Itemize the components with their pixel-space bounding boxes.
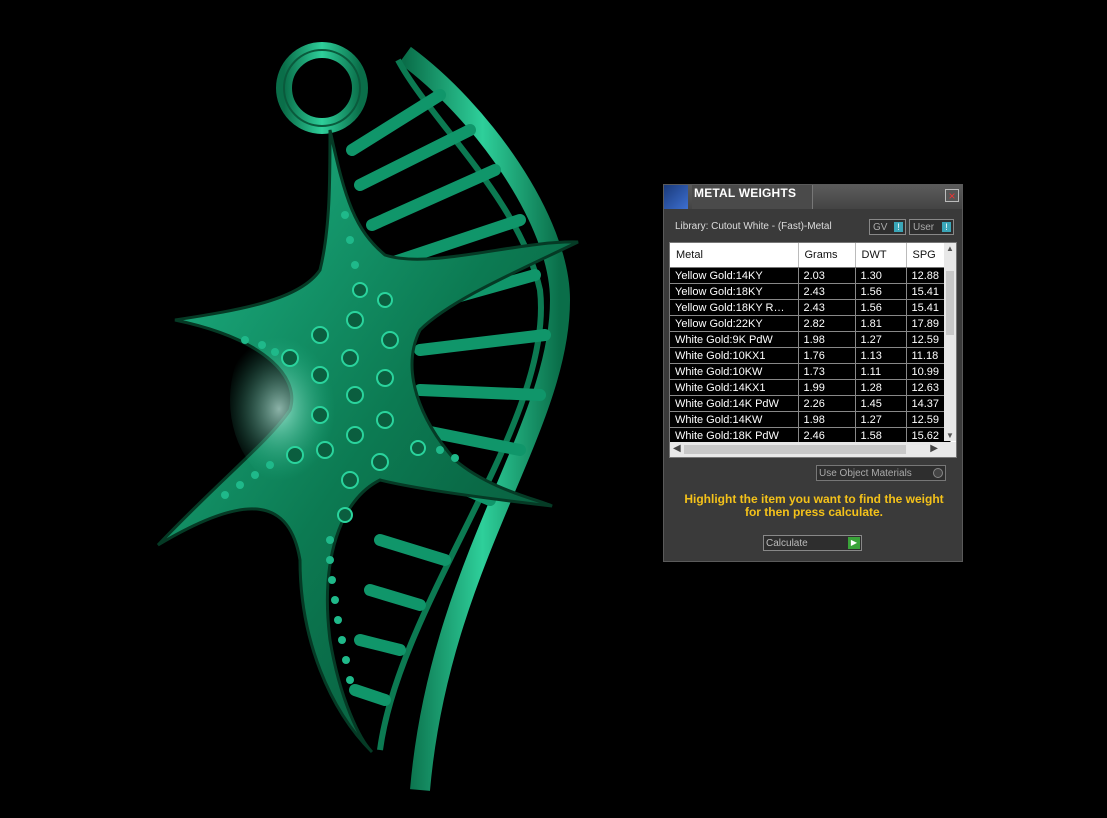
cell-grams: 1.76 [798,347,856,364]
cell-dwt: 1.81 [855,315,907,332]
toggle-indicator-icon: ! [894,222,903,232]
table-header-row: Metal Grams DWT SPG [670,243,951,268]
calculate-button[interactable]: Calculate ▶ [763,535,862,551]
scroll-left-icon[interactable]: ◀ [673,443,681,454]
metal-weights-panel: METAL WEIGHTS × Library: Cutout White - … [663,184,963,562]
cell-dwt: 1.13 [855,347,907,364]
column-header-dwt[interactable]: DWT [855,243,907,268]
table-row[interactable]: Yellow Gold:22KY 2.82 1.81 17.89 [670,315,951,332]
use-object-materials-option[interactable]: Use Object Materials [816,465,946,481]
cell-dwt: 1.56 [855,299,907,316]
close-icon: × [948,189,956,203]
table-row[interactable]: Yellow Gold:18KY 2.43 1.56 15.41 [670,283,951,300]
cell-dwt: 1.30 [855,267,907,284]
scroll-up-icon[interactable]: ▲ [944,244,956,253]
close-button[interactable]: × [945,189,959,202]
cell-metal: White Gold:10KW [670,363,799,380]
toggle-indicator-icon: ! [942,222,951,232]
metal-weights-table[interactable]: Metal Grams DWT SPG Yellow Gold:14KY 2.03… [669,242,957,458]
panel-titlebar[interactable]: METAL WEIGHTS × [664,185,962,209]
cell-metal: Yellow Gold:14KY [670,267,799,284]
cell-grams: 2.03 [798,267,856,284]
table-row[interactable]: Yellow Gold:14KY 2.03 1.30 12.88 [670,267,951,284]
cell-dwt: 1.27 [855,411,907,428]
vertical-scroll-thumb[interactable] [946,271,954,335]
cell-dwt: 1.27 [855,331,907,348]
gv-toggle[interactable]: GV ! [869,219,906,235]
cell-dwt: 1.28 [855,379,907,396]
panel-title: METAL WEIGHTS [692,185,813,209]
cell-dwt: 1.45 [855,395,907,412]
scroll-down-icon[interactable]: ▼ [944,431,956,440]
cell-metal: White Gold:14KX1 [670,379,799,396]
radio-icon[interactable] [933,468,943,478]
cell-metal: White Gold:9K PdW [670,331,799,348]
library-label: Library: Cutout White - (Fast)-Metal [675,221,832,232]
cell-dwt: 1.56 [855,283,907,300]
cell-grams: 1.98 [798,411,856,428]
cell-metal: Yellow Gold:22KY [670,315,799,332]
cell-grams: 2.43 [798,283,856,300]
cell-metal: Yellow Gold:18KY R… [670,299,799,316]
table-row[interactable]: White Gold:10KW 1.73 1.11 10.99 [670,363,951,380]
column-header-metal[interactable]: Metal [670,243,799,268]
scroll-right-icon[interactable]: ▶ [930,443,938,454]
cell-metal: White Gold:10KX1 [670,347,799,364]
table-row[interactable]: White Gold:9K PdW 1.98 1.27 12.59 [670,331,951,348]
column-header-grams[interactable]: Grams [798,243,856,268]
horizontal-scrollbar[interactable]: ◀ ▶ [670,442,956,457]
cell-grams: 2.26 [798,395,856,412]
table-row[interactable]: White Gold:14K PdW 2.26 1.45 14.37 [670,395,951,412]
horizontal-scroll-thumb[interactable] [684,445,906,454]
table-row[interactable]: White Gold:10KX1 1.76 1.13 11.18 [670,347,951,364]
app-logo-icon [664,185,688,209]
cell-metal: White Gold:14KW [670,411,799,428]
table-row[interactable]: Yellow Gold:18KY R… 2.43 1.56 15.41 [670,299,951,316]
cell-grams: 2.82 [798,315,856,332]
play-icon: ▶ [848,537,860,549]
user-toggle[interactable]: User ! [909,219,954,235]
cell-grams: 1.99 [798,379,856,396]
cell-grams: 1.98 [798,331,856,348]
table-row[interactable]: White Gold:14KW 1.98 1.27 12.59 [670,411,951,428]
cell-dwt: 1.11 [855,363,907,380]
cell-grams: 1.73 [798,363,856,380]
cell-grams: 2.43 [798,299,856,316]
vertical-scrollbar[interactable]: ▲ ▼ [944,243,956,441]
table-row[interactable]: White Gold:14KX1 1.99 1.28 12.63 [670,379,951,396]
cell-metal: White Gold:14K PdW [670,395,799,412]
cell-metal: Yellow Gold:18KY [670,283,799,300]
instructions-text: Highlight the item you want to find the … [684,492,944,519]
